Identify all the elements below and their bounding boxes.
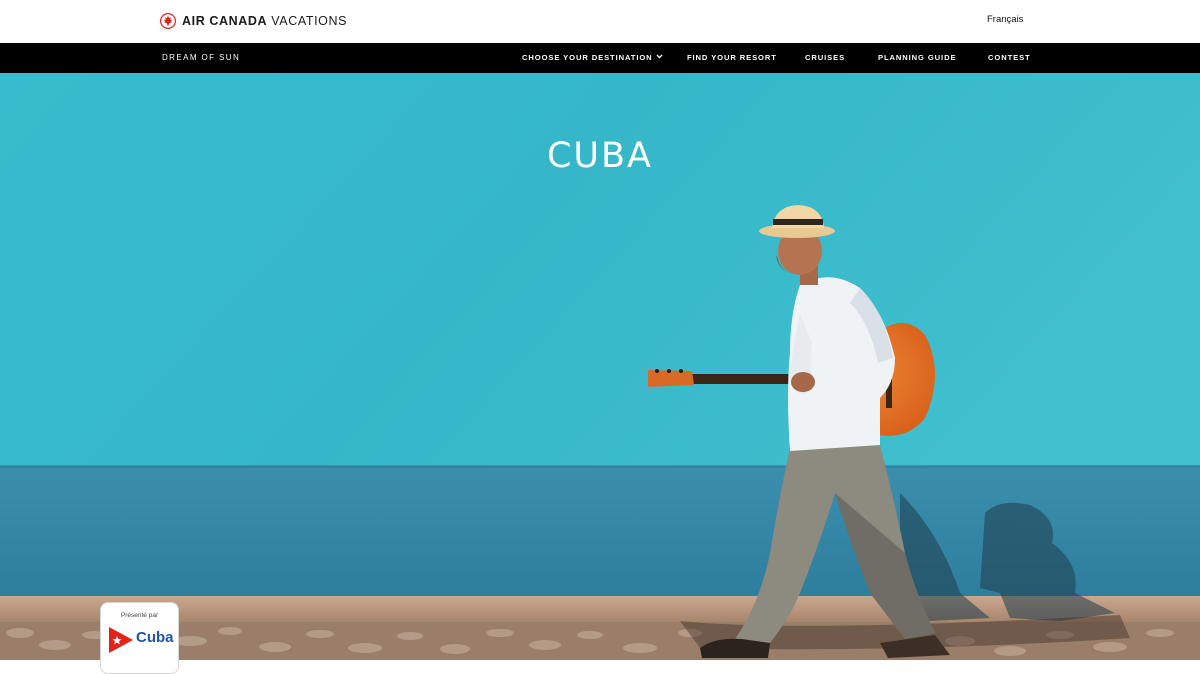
main-nav: DREAM OF SUN CHOOSE YOUR DESTINATION FIN… (0, 43, 1200, 73)
language-toggle-link[interactable]: Français (987, 14, 1023, 25)
nav-item-cruises[interactable]: CRUISES (805, 53, 845, 62)
sponsor-badge[interactable]: Présenté par Cuba (100, 602, 179, 674)
maple-leaf-rondelle-icon (160, 13, 176, 29)
nav-item-planning-guide[interactable]: PLANNING GUIDE (878, 53, 956, 62)
nav-item-contest[interactable]: CONTEST (988, 53, 1031, 62)
hero-banner: CUBA (0, 73, 1200, 660)
turquoise-wall (0, 73, 1200, 468)
brand-name: AIR CANADA VACATIONS (182, 14, 348, 28)
sponsor-name: Cuba (136, 629, 174, 646)
hero-title: CUBA (546, 136, 653, 177)
cuba-flag-icon (109, 627, 133, 653)
chevron-down-icon[interactable] (655, 52, 664, 61)
nav-item-choose-destination[interactable]: CHOOSE YOUR DESTINATION (522, 53, 653, 62)
top-bar: AIR CANADA VACATIONS Français (0, 0, 1200, 43)
nav-tagline[interactable]: DREAM OF SUN (162, 53, 240, 62)
nav-item-find-resort[interactable]: FIND YOUR RESORT (687, 53, 777, 62)
brand-logo-link[interactable]: AIR CANADA VACATIONS (160, 12, 347, 30)
sponsor-label: Présenté par (120, 612, 159, 619)
